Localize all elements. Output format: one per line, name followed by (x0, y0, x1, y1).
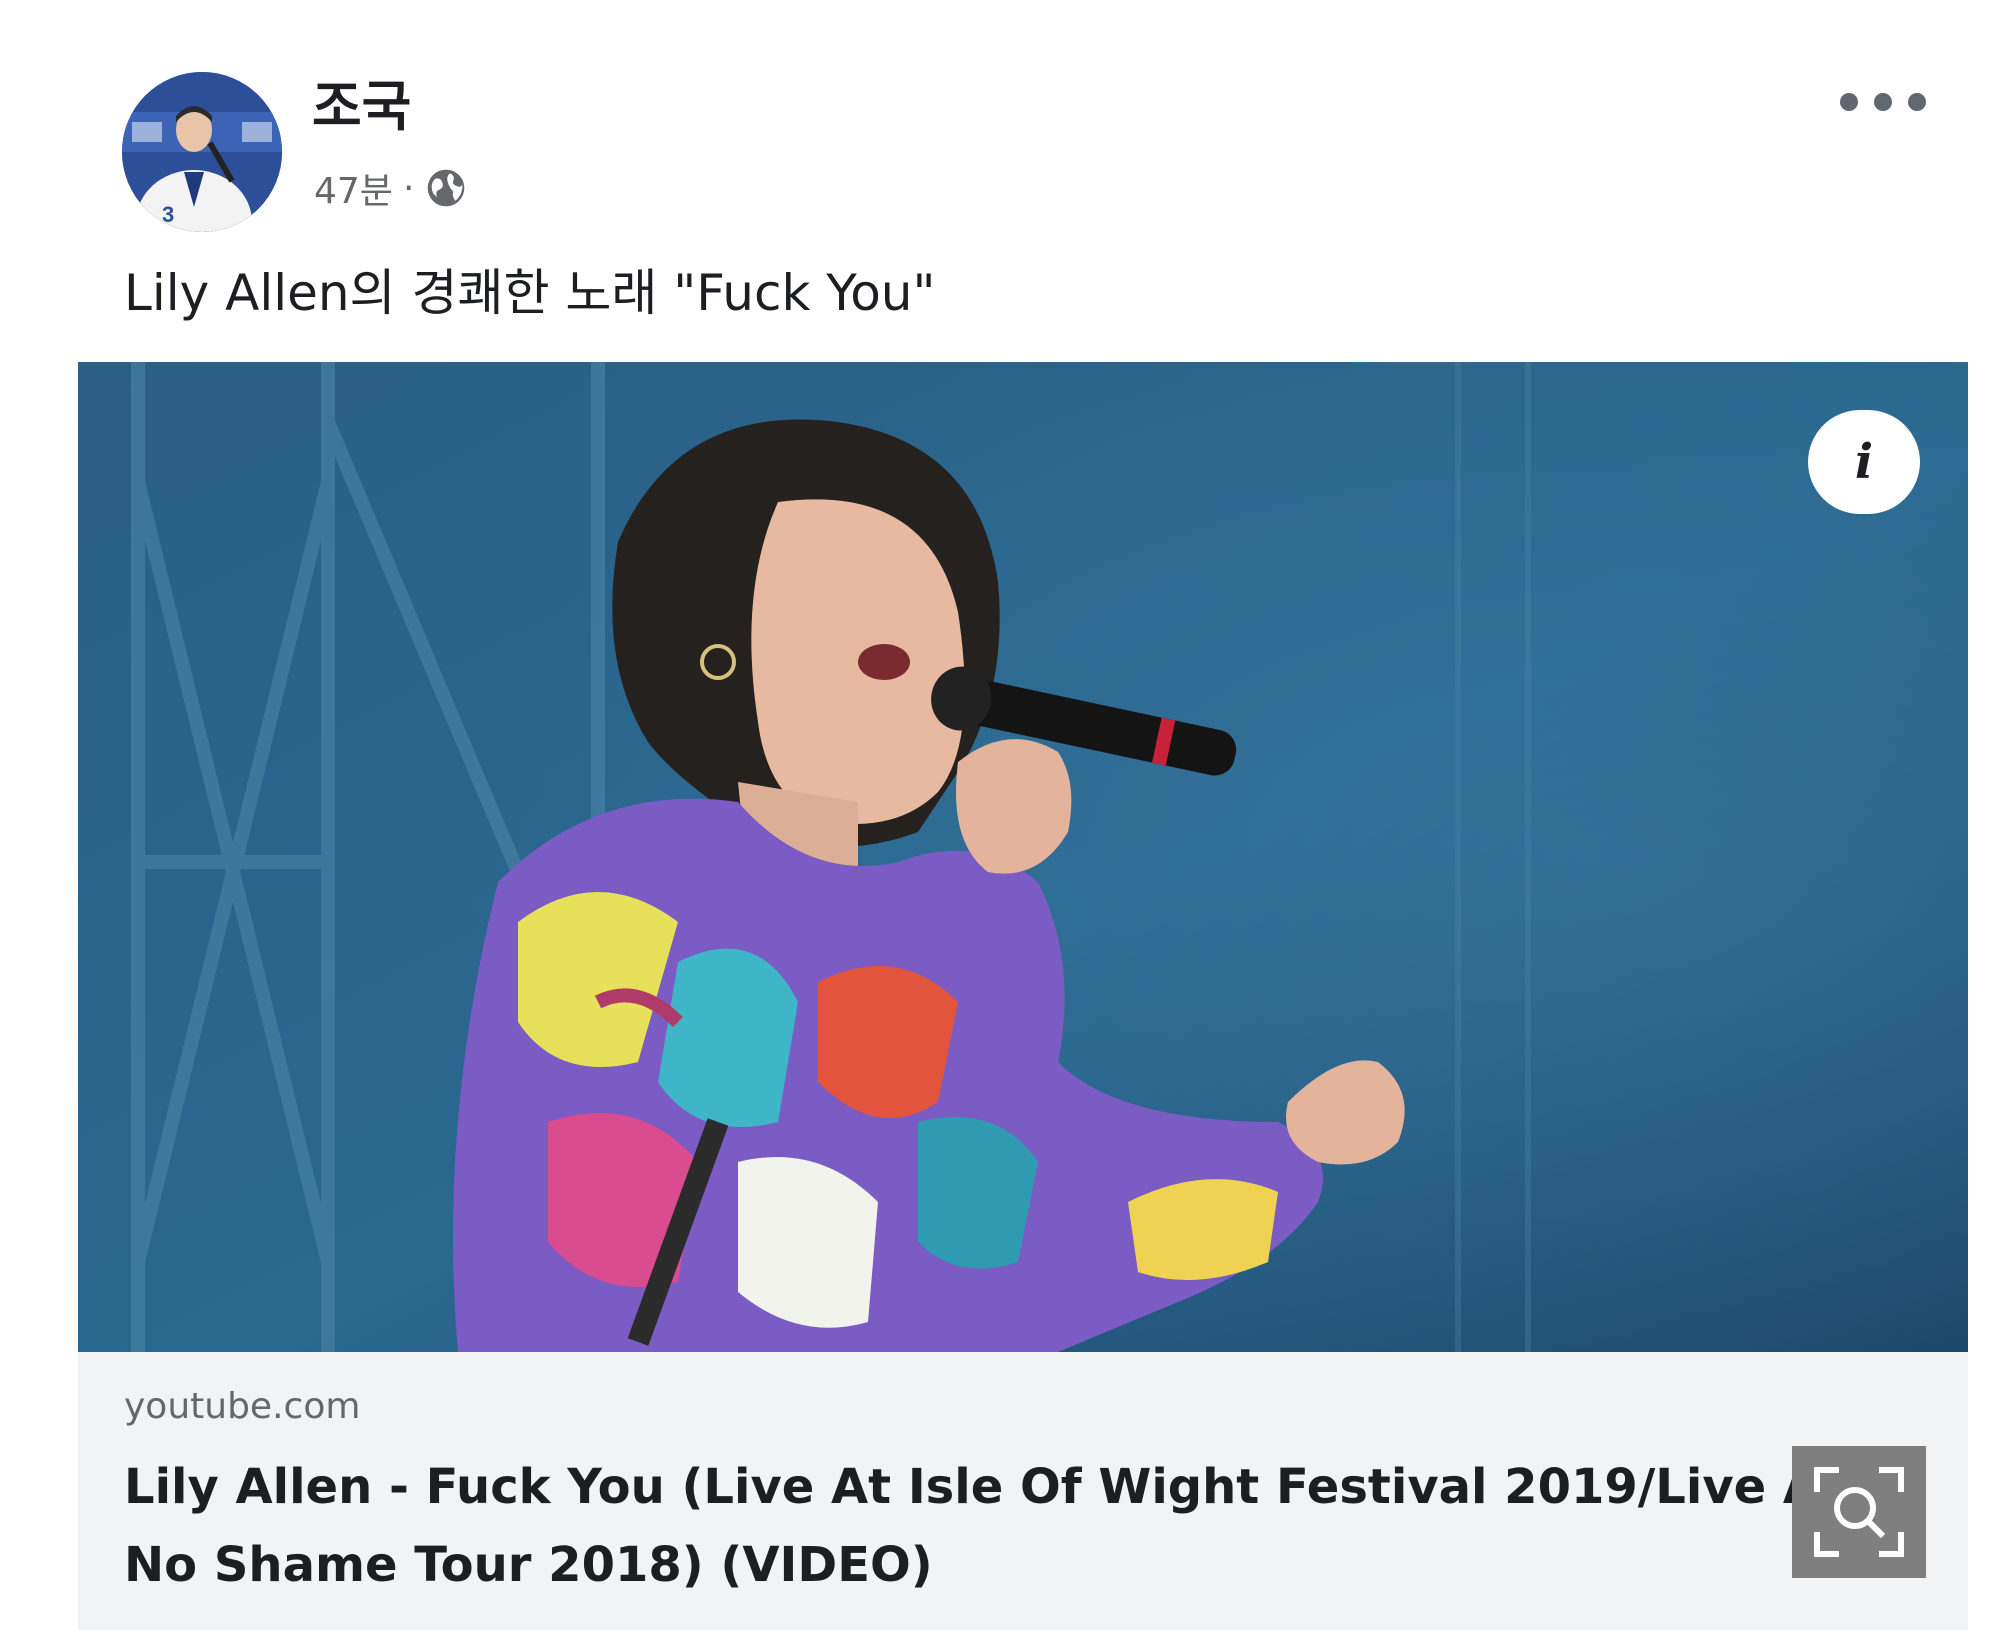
author-name[interactable]: 조국 (312, 72, 411, 142)
more-horizontal-icon[interactable] (1840, 82, 1926, 122)
post-text: Lily Allen의 경쾌한 노래 "Fuck You" (124, 264, 936, 322)
globe-icon[interactable] (424, 166, 468, 210)
link-preview-card[interactable]: i youtube.com Lily Allen - Fuck You (Liv… (78, 362, 1968, 1630)
link-title[interactable]: Lily Allen - Fuck You (Live At Isle Of W… (124, 1448, 1844, 1604)
info-icon: i (1854, 434, 1874, 490)
visual-search-button[interactable] (1792, 1446, 1926, 1578)
meta-separator: · (402, 167, 415, 209)
link-preview-footer[interactable]: youtube.com Lily Allen - Fuck You (Live … (78, 1352, 1968, 1630)
more-dot (1874, 93, 1892, 111)
post-meta: 47분 · (314, 160, 468, 216)
facebook-post: 3 조국 47분 · Lily Allen의 경쾌한 노래 "Fuck You" (0, 0, 2000, 1633)
video-thumbnail[interactable]: i (78, 362, 1968, 1352)
link-domain: youtube.com (124, 1386, 361, 1427)
author-avatar[interactable]: 3 (122, 72, 282, 232)
more-dot (1840, 93, 1858, 111)
post-timestamp[interactable]: 47분 (314, 162, 393, 214)
info-button[interactable]: i (1808, 410, 1920, 514)
visual-search-icon (1814, 1467, 1904, 1557)
svg-text:3: 3 (162, 202, 174, 227)
more-dot (1908, 93, 1926, 111)
